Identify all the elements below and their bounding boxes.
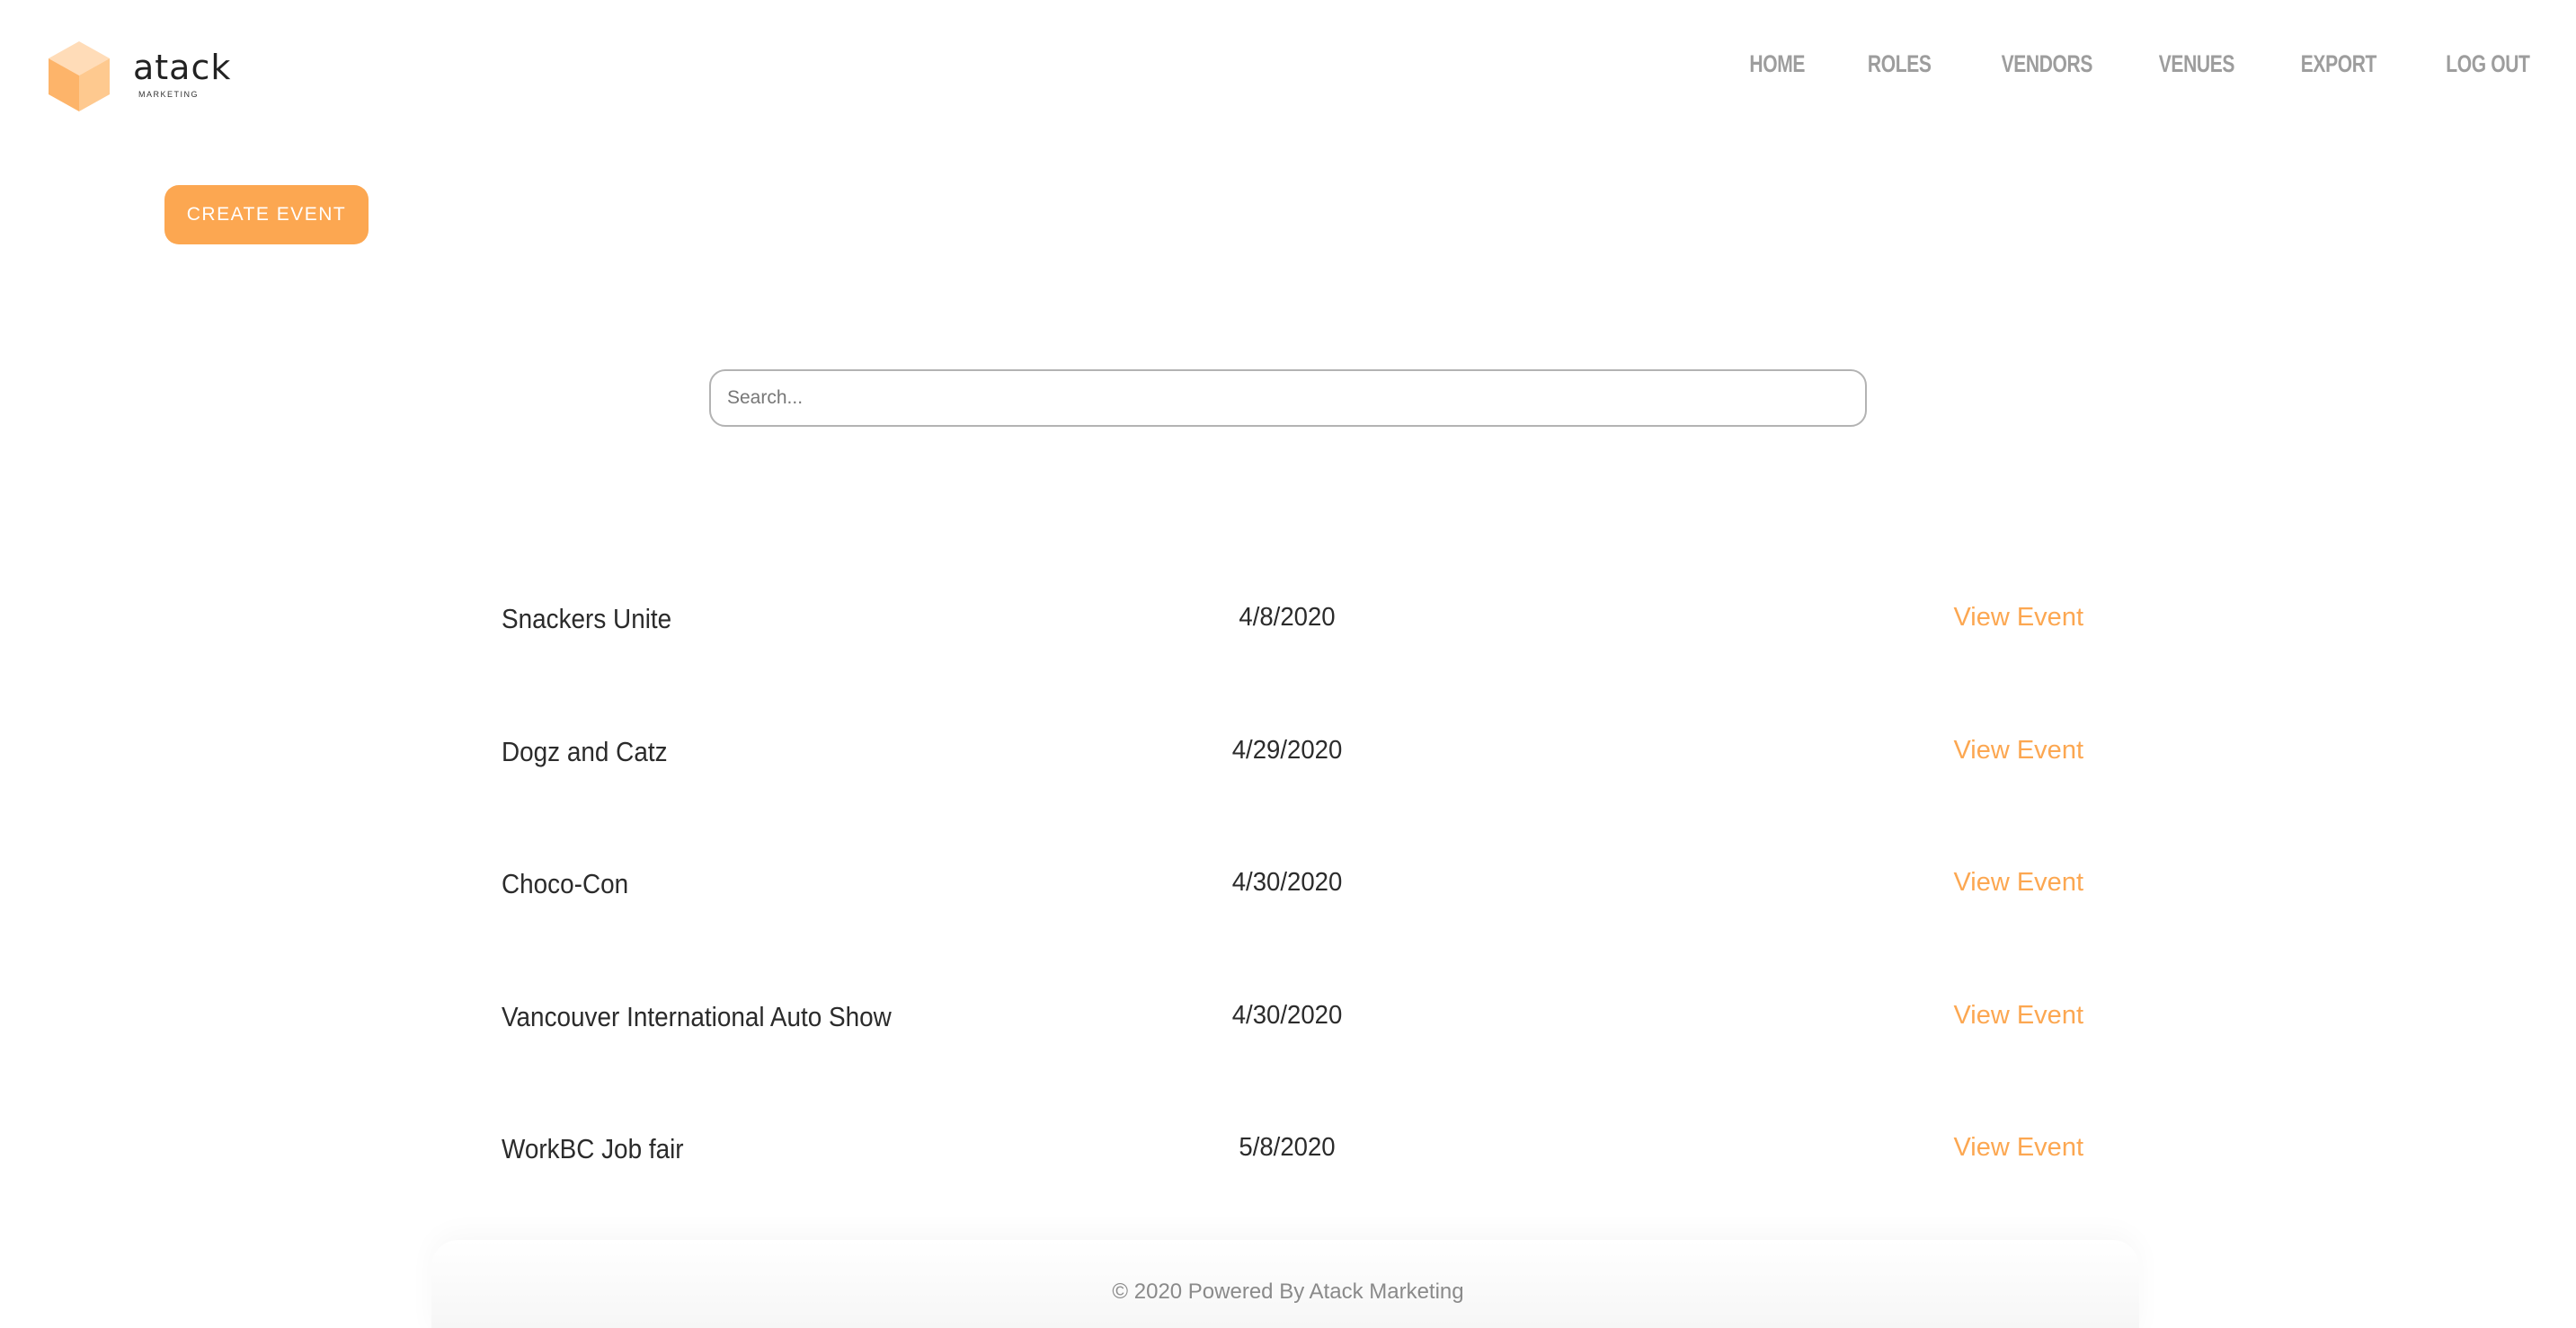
nav-item-log-out[interactable]: LOG OUT [2446, 50, 2530, 78]
nav-item-vendors[interactable]: VENDORS [2002, 50, 2093, 78]
event-date: 4/30/2020 [1231, 1001, 1343, 1030]
view-event-link[interactable]: View Event [1953, 868, 2083, 898]
create-event-button[interactable]: CREATE EVENT [164, 185, 369, 244]
event-date: 4/29/2020 [1231, 736, 1343, 765]
brand-name: atack [133, 48, 232, 87]
event-name: WorkBC Job fair [502, 1133, 684, 1164]
search-input[interactable] [709, 369, 1867, 427]
view-event-link[interactable]: View Event [1953, 736, 2083, 766]
event-row: Dogz and Catz 4/29/2020 View Event [502, 736, 2083, 790]
event-name: Dogz and Catz [502, 736, 668, 767]
view-event-link[interactable]: View Event [1953, 1001, 2083, 1031]
event-date: 4/30/2020 [1231, 868, 1343, 897]
events-page: atack MARKETING HOME ROLES VENDORS VENUE… [0, 0, 2576, 1328]
event-name: Choco-Con [502, 868, 629, 899]
event-name: Vancouver International Auto Show [502, 1001, 892, 1032]
event-date: 5/8/2020 [1239, 1133, 1336, 1162]
event-row: Vancouver International Auto Show 4/30/2… [502, 1001, 2083, 1055]
nav-item-home[interactable]: HOME [1749, 50, 1805, 78]
brand-logo[interactable]: atack MARKETING [47, 36, 231, 117]
event-name: Snackers Unite [502, 603, 672, 634]
event-row: Snackers Unite 4/8/2020 View Event [502, 603, 2083, 657]
event-date: 4/8/2020 [1239, 603, 1336, 632]
nav-item-roles[interactable]: ROLES [1868, 50, 1932, 78]
view-event-link[interactable]: View Event [1953, 1133, 2083, 1163]
view-event-link[interactable]: View Event [1953, 603, 2083, 633]
cube-logo-icon [49, 41, 110, 111]
footer-copyright: © 2020 Powered By Atack Marketing [1112, 1279, 1464, 1304]
event-row: Choco-Con 4/30/2020 View Event [502, 868, 2083, 922]
brand-tagline: MARKETING [138, 90, 200, 99]
logo-text: atack MARKETING [133, 50, 231, 99]
event-row: WorkBC Job fair 5/8/2020 View Event [502, 1133, 2083, 1187]
main-nav: HOME ROLES VENDORS VENUES EXPORT LOG OUT [1689, 50, 2529, 78]
nav-item-export[interactable]: EXPORT [2301, 50, 2377, 78]
nav-item-venues[interactable]: VENUES [2159, 50, 2235, 78]
